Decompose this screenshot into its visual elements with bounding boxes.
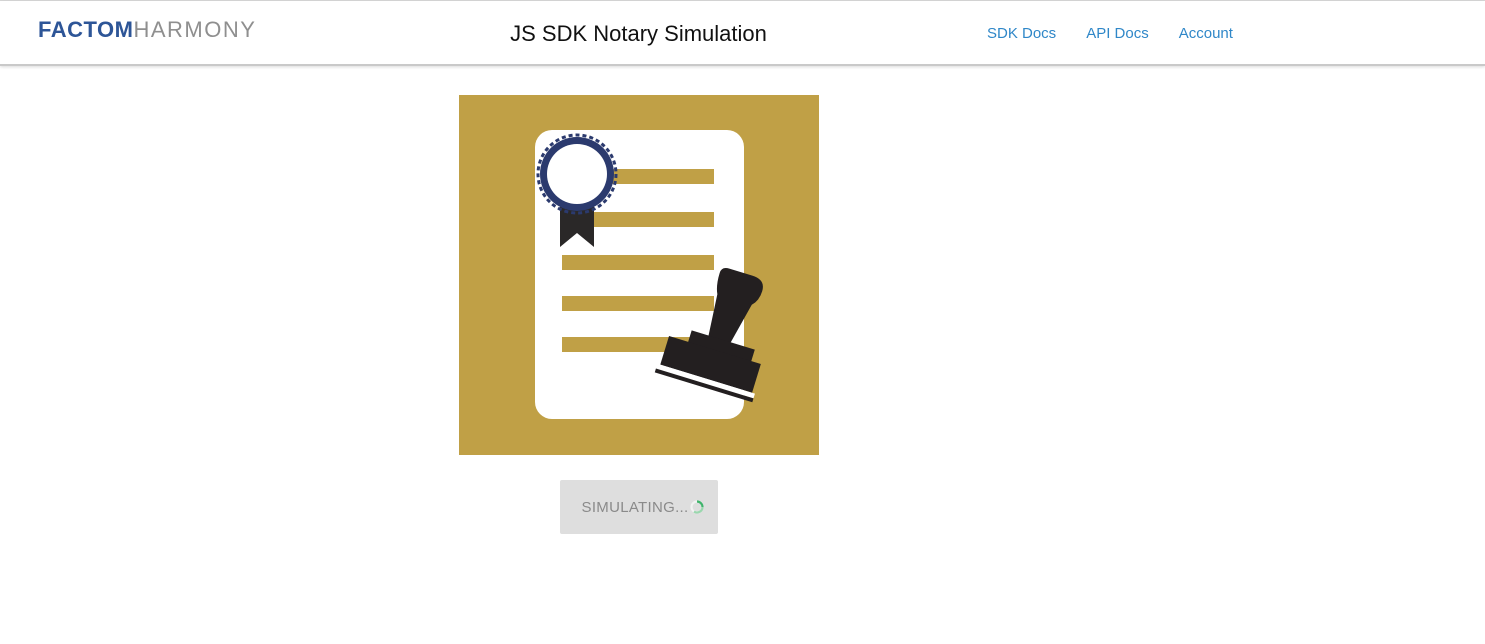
loading-spinner-icon: [690, 500, 705, 514]
nav-link-account[interactable]: Account: [1179, 25, 1233, 43]
simulate-button-label: SIMULATING...: [581, 498, 689, 516]
notary-illustration: [459, 95, 819, 455]
certificate-stamp-icon: [459, 95, 819, 455]
simulate-button[interactable]: SIMULATING...: [560, 480, 718, 534]
nav-link-sdk-docs[interactable]: SDK Docs: [987, 25, 1056, 43]
app-header: FACTOMHARMONY JS SDK Notary Simulation S…: [0, 1, 1485, 66]
nav-link-api-docs[interactable]: API Docs: [1086, 25, 1149, 43]
top-nav: SDK Docs API Docs Account: [987, 25, 1233, 43]
